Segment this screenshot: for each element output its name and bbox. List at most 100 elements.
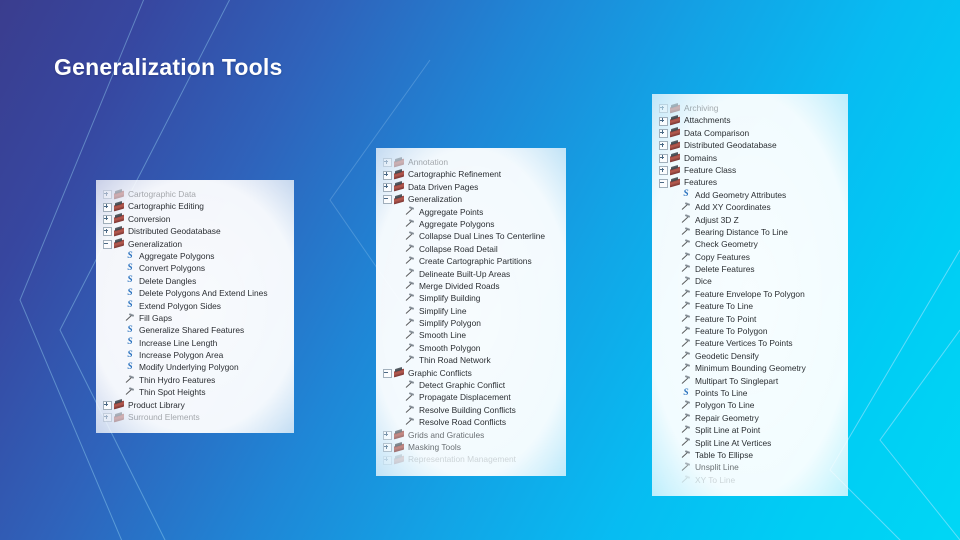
tree-item-resolve-road-conflicts[interactable]: Resolve Road Conflicts xyxy=(382,416,556,428)
tree-item-add-xy-coordinates[interactable]: Add XY Coordinates xyxy=(658,201,838,213)
expand-plus-icon[interactable] xyxy=(382,182,392,192)
tree-item-copy-features[interactable]: Copy Features xyxy=(658,251,838,263)
tree-item-aggregate-points[interactable]: Aggregate Points xyxy=(382,206,556,218)
tree-item-domains[interactable]: Domains xyxy=(658,152,838,164)
tree-item-merge-divided-roads[interactable]: Merge Divided Roads xyxy=(382,280,556,292)
expand-plus-icon[interactable] xyxy=(382,443,392,453)
tree-item-collapse-road-detail[interactable]: Collapse Road Detail xyxy=(382,243,556,255)
tree-item-geodetic-densify[interactable]: Geodetic Densify xyxy=(658,350,838,362)
tree-item-check-geometry[interactable]: Check Geometry xyxy=(658,238,838,250)
expand-plus-icon[interactable] xyxy=(658,141,668,151)
tree-item-fill-gaps[interactable]: Fill Gaps xyxy=(102,312,284,324)
tree-item-repair-geometry[interactable]: Repair Geometry xyxy=(658,412,838,424)
expand-plus-icon[interactable] xyxy=(382,158,392,168)
tree-item-add-geometry-attributes[interactable]: S Add Geometry Attributes xyxy=(658,189,838,201)
tree-item-annotation[interactable]: Annotation xyxy=(382,156,556,168)
tree-item-generalize-shared-features[interactable]: S Generalize Shared Features xyxy=(102,324,284,336)
expand-plus-icon[interactable] xyxy=(658,153,668,163)
tree-item-label: Conversion xyxy=(128,213,171,224)
tree-item-delete-dangles[interactable]: S Delete Dangles xyxy=(102,275,284,287)
tree-item-surround-elements[interactable]: Surround Elements xyxy=(102,411,284,423)
tree-item-unsplit-line[interactable]: Unsplit Line xyxy=(658,461,838,473)
tree-item-minimum-bounding-geometry[interactable]: Minimum Bounding Geometry xyxy=(658,362,838,374)
tree-item-create-cartographic-partitions[interactable]: Create Cartographic Partitions xyxy=(382,255,556,267)
tree-item-increase-polygon-area[interactable]: S Increase Polygon Area xyxy=(102,349,284,361)
tree-item-extend-polygon-sides[interactable]: S Extend Polygon Sides xyxy=(102,300,284,312)
tree-item-delete-polygons-and-extend-lines[interactable]: S Delete Polygons And Extend Lines xyxy=(102,287,284,299)
expand-plus-icon[interactable] xyxy=(658,128,668,138)
tree-item-feature-to-polygon[interactable]: Feature To Polygon xyxy=(658,325,838,337)
collapse-minus-icon[interactable] xyxy=(658,178,668,188)
tree-item-increase-line-length[interactable]: S Increase Line Length xyxy=(102,337,284,349)
tree-item-conversion[interactable]: Conversion xyxy=(102,213,284,225)
expand-plus-icon[interactable] xyxy=(658,166,668,176)
tree-item-aggregate-polygons[interactable]: Aggregate Polygons xyxy=(382,218,556,230)
tree-item-data-driven-pages[interactable]: Data Driven Pages xyxy=(382,181,556,193)
tree-item-simplify-polygon[interactable]: Simplify Polygon xyxy=(382,317,556,329)
tree-item-split-line-at-vertices[interactable]: Split Line At Vertices xyxy=(658,437,838,449)
tree-item-attachments[interactable]: Attachments xyxy=(658,114,838,126)
tree-item-split-line-at-point[interactable]: Split Line at Point xyxy=(658,424,838,436)
tree-item-feature-to-point[interactable]: Feature To Point xyxy=(658,313,838,325)
tree-item-polygon-to-line[interactable]: Polygon To Line xyxy=(658,399,838,411)
tree-item-resolve-building-conflicts[interactable]: Resolve Building Conflicts xyxy=(382,404,556,416)
tree-item-archiving[interactable]: Archiving xyxy=(658,102,838,114)
expand-plus-icon[interactable] xyxy=(382,430,392,440)
tree-item-delineate-built-up-areas[interactable]: Delineate Built-Up Areas xyxy=(382,268,556,280)
tree-item-product-library[interactable]: Product Library xyxy=(102,399,284,411)
tree-item-cartographic-refinement[interactable]: Cartographic Refinement xyxy=(382,168,556,180)
tree-item-simplify-building[interactable]: Simplify Building xyxy=(382,292,556,304)
tree-item-aggregate-polygons[interactable]: S Aggregate Polygons xyxy=(102,250,284,262)
tree-item-propagate-displacement[interactable]: Propagate Displacement xyxy=(382,391,556,403)
tree-item-bearing-distance-to-line[interactable]: Bearing Distance To Line xyxy=(658,226,838,238)
tree-item-grids-and-graticules[interactable]: Grids and Graticules xyxy=(382,429,556,441)
collapse-minus-icon[interactable] xyxy=(382,368,392,378)
tree-item-dice[interactable]: Dice xyxy=(658,275,838,287)
expand-plus-icon[interactable] xyxy=(102,400,112,410)
expand-plus-icon[interactable] xyxy=(382,170,392,180)
tree-item-xy-to-line[interactable]: XY To Line xyxy=(658,474,838,486)
collapse-minus-icon[interactable] xyxy=(382,195,392,205)
tree-item-feature-to-line[interactable]: Feature To Line xyxy=(658,300,838,312)
tree-item-masking-tools[interactable]: Masking Tools xyxy=(382,441,556,453)
tree-item-multipart-to-singlepart[interactable]: Multipart To Singlepart xyxy=(658,375,838,387)
tree-item-smooth-line[interactable]: Smooth Line xyxy=(382,329,556,341)
tree-item-convert-polygons[interactable]: S Convert Polygons xyxy=(102,262,284,274)
tree-item-cartographic-editing[interactable]: Cartographic Editing xyxy=(102,200,284,212)
expand-plus-icon[interactable] xyxy=(658,104,668,114)
tree-item-points-to-line[interactable]: S Points To Line xyxy=(658,387,838,399)
expand-plus-icon[interactable] xyxy=(102,202,112,212)
expand-plus-icon[interactable] xyxy=(102,190,112,200)
tree-item-distributed-geodatabase[interactable]: Distributed Geodatabase xyxy=(102,225,284,237)
expand-plus-icon[interactable] xyxy=(102,227,112,237)
tree-item-adjust-3d-z[interactable]: Adjust 3D Z xyxy=(658,214,838,226)
tree-item-thin-spot-heights[interactable]: Thin Spot Heights xyxy=(102,386,284,398)
tree-item-thin-hydro-features[interactable]: Thin Hydro Features xyxy=(102,374,284,386)
tree-item-collapse-dual-lines-to-centerline[interactable]: Collapse Dual Lines To Centerline xyxy=(382,230,556,242)
tree-item-generalization[interactable]: Generalization xyxy=(382,193,556,205)
tree-item-smooth-polygon[interactable]: Smooth Polygon xyxy=(382,342,556,354)
tree-item-features[interactable]: Features xyxy=(658,176,838,188)
tree-item-modify-underlying-polygon[interactable]: S Modify Underlying Polygon xyxy=(102,361,284,373)
tree-item-delete-features[interactable]: Delete Features xyxy=(658,263,838,275)
tree-item-graphic-conflicts[interactable]: Graphic Conflicts xyxy=(382,367,556,379)
tree-item-table-to-ellipse[interactable]: Table To Ellipse xyxy=(658,449,838,461)
expand-plus-icon[interactable] xyxy=(382,455,392,465)
expand-plus-icon[interactable] xyxy=(102,214,112,224)
tree-item-representation-management[interactable]: Representation Management xyxy=(382,453,556,465)
hammer-icon xyxy=(680,412,692,423)
tree-item-feature-envelope-to-polygon[interactable]: Feature Envelope To Polygon xyxy=(658,288,838,300)
tree-item-distributed-geodatabase[interactable]: Distributed Geodatabase xyxy=(658,139,838,151)
expand-plus-icon[interactable] xyxy=(658,116,668,126)
tree-item-data-comparison[interactable]: Data Comparison xyxy=(658,127,838,139)
tree-item-thin-road-network[interactable]: Thin Road Network xyxy=(382,354,556,366)
tree-item-feature-class[interactable]: Feature Class xyxy=(658,164,838,176)
collapse-minus-icon[interactable] xyxy=(102,239,112,249)
tree-item-feature-vertices-to-points[interactable]: Feature Vertices To Points xyxy=(658,337,838,349)
expand-plus-icon[interactable] xyxy=(102,413,112,423)
tree-item-cartographic-data[interactable]: Cartographic Data xyxy=(102,188,284,200)
tree-item-simplify-line[interactable]: Simplify Line xyxy=(382,305,556,317)
tree-item-generalization[interactable]: Generalization xyxy=(102,238,284,250)
tree-item-detect-graphic-conflict[interactable]: Detect Graphic Conflict xyxy=(382,379,556,391)
